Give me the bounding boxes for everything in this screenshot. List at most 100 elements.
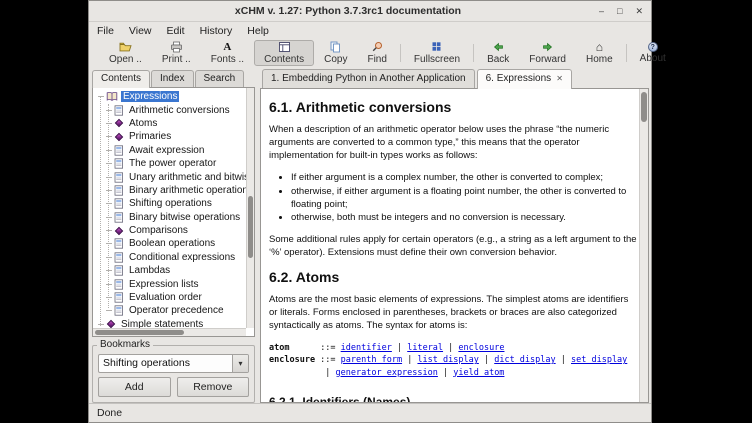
tree-item[interactable]: Boolean operations <box>93 237 246 250</box>
page-icon <box>114 305 124 316</box>
toolbar-button-fullscreen[interactable]: Fullscreen <box>404 40 470 66</box>
combobox-dropdown-button[interactable]: ▾ <box>232 355 248 372</box>
tree-connector-stub <box>106 297 112 298</box>
doc-link[interactable]: generator_expression <box>336 368 438 378</box>
syntax-line: | generator_expression | yield_atom <box>269 367 637 379</box>
tree-connector-stub <box>106 136 112 137</box>
toolbar-button-print[interactable]: Print .. <box>152 40 201 66</box>
tree-item[interactable]: Arithmetic conversions <box>93 103 246 116</box>
tree-item-label: Expressions <box>121 91 179 102</box>
document-tab[interactable]: 1. Embedding Python in Another Applicati… <box>262 69 475 88</box>
tree-connector-stub <box>106 190 112 191</box>
bookmark-combobox[interactable]: Shifting operations ▾ <box>98 354 249 373</box>
toolbar-button-contents[interactable]: Contents <box>254 40 314 66</box>
bookmark-buttons: Add Remove <box>98 377 249 397</box>
tree-item[interactable]: Primaries <box>93 130 246 143</box>
document-tab[interactable]: 6. Expressions✕ <box>477 69 572 89</box>
page-icon <box>114 292 124 303</box>
tree-item[interactable]: Await expression <box>93 144 246 157</box>
doc-link[interactable]: list_display <box>417 355 478 365</box>
tree-connector-stub <box>106 310 112 311</box>
about-icon: ? <box>648 42 658 52</box>
toolbar: Open .. Print .. AFonts ..ContentsCopyFind… <box>89 39 651 67</box>
diamond-glyph <box>115 119 123 127</box>
doc-link[interactable]: identifier <box>341 343 392 353</box>
tree-item[interactable]: Lambdas <box>93 264 246 277</box>
toolbar-button-copy[interactable]: Copy <box>314 40 357 66</box>
doc-link[interactable]: yield_atom <box>453 368 504 378</box>
toolbar-button-find[interactable]: Find <box>357 40 396 66</box>
home-icon: ⌂ <box>596 41 603 53</box>
tab-close-icon[interactable]: ✕ <box>556 74 563 83</box>
tree-horizontal-scrollbar[interactable] <box>93 328 246 336</box>
tree-item[interactable]: Conditional expressions <box>93 251 246 264</box>
doc-link[interactable]: enclosure <box>458 343 504 353</box>
tree-item[interactable]: Simple statements <box>93 318 246 328</box>
tree-item-label: Comparisons <box>127 225 190 236</box>
doc-link[interactable]: dict_display <box>494 355 555 365</box>
toolbar-button-open[interactable]: Open .. <box>99 40 152 66</box>
maximize-button[interactable]: □ <box>617 7 622 16</box>
sidebar-tab-search[interactable]: Search <box>195 70 245 87</box>
tree-item[interactable]: Binary arithmetic operation <box>93 184 246 197</box>
doc-link[interactable]: parenth_form <box>341 355 402 365</box>
tree-item-label: Expression lists <box>127 279 200 290</box>
tree-item[interactable]: The power operator <box>93 157 246 170</box>
tree-item[interactable]: Expression lists <box>93 277 246 290</box>
close-button[interactable]: ✕ <box>635 7 643 16</box>
minimize-button[interactable]: – <box>599 7 604 16</box>
doc-link[interactable]: literal <box>407 343 443 353</box>
tree-item[interactable]: Binary bitwise operations <box>93 211 246 224</box>
menu-view[interactable]: View <box>129 25 152 37</box>
diamond-glyph <box>115 226 123 234</box>
tree-item[interactable]: Expressions <box>93 90 246 103</box>
scrollbar-thumb[interactable] <box>248 196 253 258</box>
syntax-line: atom ::= identifier | literal | enclosur… <box>269 342 637 354</box>
sidebar: ContentsIndexSearch ExpressionsArithmeti… <box>92 68 255 403</box>
menu-help[interactable]: Help <box>247 25 269 37</box>
tree-item[interactable]: Operator precedence <box>93 304 246 317</box>
scrollbar-thumb[interactable] <box>95 330 184 335</box>
titlebar[interactable]: xCHM v. 1.27: Python 3.7.3rc1 documentat… <box>89 1 651 22</box>
scrollbar-thumb[interactable] <box>641 92 647 122</box>
toolbar-button-label: Home <box>586 54 613 65</box>
forward-icon <box>541 41 554 53</box>
menu-edit[interactable]: Edit <box>167 25 185 37</box>
document-panel: 6.1. Arithmetic conversionsWhen a descri… <box>260 88 649 403</box>
menu-history[interactable]: History <box>200 25 233 37</box>
tree-vertical-scrollbar[interactable] <box>246 88 254 328</box>
diamond-glyph <box>107 320 115 328</box>
diamond-icon <box>114 228 124 234</box>
toolbar-button-forward[interactable]: Forward <box>519 40 576 66</box>
tree-item[interactable]: Atoms <box>93 117 246 130</box>
statusbar: Done <box>89 403 651 422</box>
menubar: File View Edit History Help <box>89 22 651 39</box>
sidebar-tabs: ContentsIndexSearch <box>92 68 255 87</box>
document-area: 1. Embedding Python in Another Applicati… <box>260 68 649 403</box>
toolbar-separator <box>626 44 627 62</box>
tree-item[interactable]: Evaluation order <box>93 291 246 304</box>
bookmark-add-button[interactable]: Add <box>98 377 171 397</box>
document-vertical-scrollbar[interactable] <box>639 89 648 402</box>
page-icon <box>114 185 124 196</box>
toolbar-button-fonts[interactable]: AFonts .. <box>201 40 254 66</box>
doc-bullet-list: If either argument is a complex number, … <box>291 172 637 226</box>
bookmark-remove-button[interactable]: Remove <box>177 377 250 397</box>
tree-item[interactable]: Shifting operations <box>93 197 246 210</box>
tree-connector-stub <box>98 324 104 325</box>
tree-connector-stub <box>106 110 112 111</box>
toolbar-button-home[interactable]: ⌂Home <box>576 40 623 66</box>
menu-file[interactable]: File <box>97 25 114 37</box>
doc-link[interactable]: set_display <box>571 355 627 365</box>
page-icon <box>114 238 124 249</box>
tree-item[interactable]: Unary arithmetic and bitwis <box>93 170 246 183</box>
toolbar-button-back[interactable]: Back <box>477 40 519 66</box>
tree-item-label: Shifting operations <box>127 198 214 209</box>
toolbar-button-label: Print .. <box>162 54 191 65</box>
toolbar-button-about[interactable]: ?About <box>630 40 676 66</box>
doc-heading: 6.2. Atoms <box>269 269 637 285</box>
sidebar-tab-index[interactable]: Index <box>151 70 193 87</box>
document-tab-label: 1. Embedding Python in Another Applicati… <box>271 73 466 84</box>
tree-item[interactable]: Comparisons <box>93 224 246 237</box>
sidebar-tab-contents[interactable]: Contents <box>92 70 150 88</box>
